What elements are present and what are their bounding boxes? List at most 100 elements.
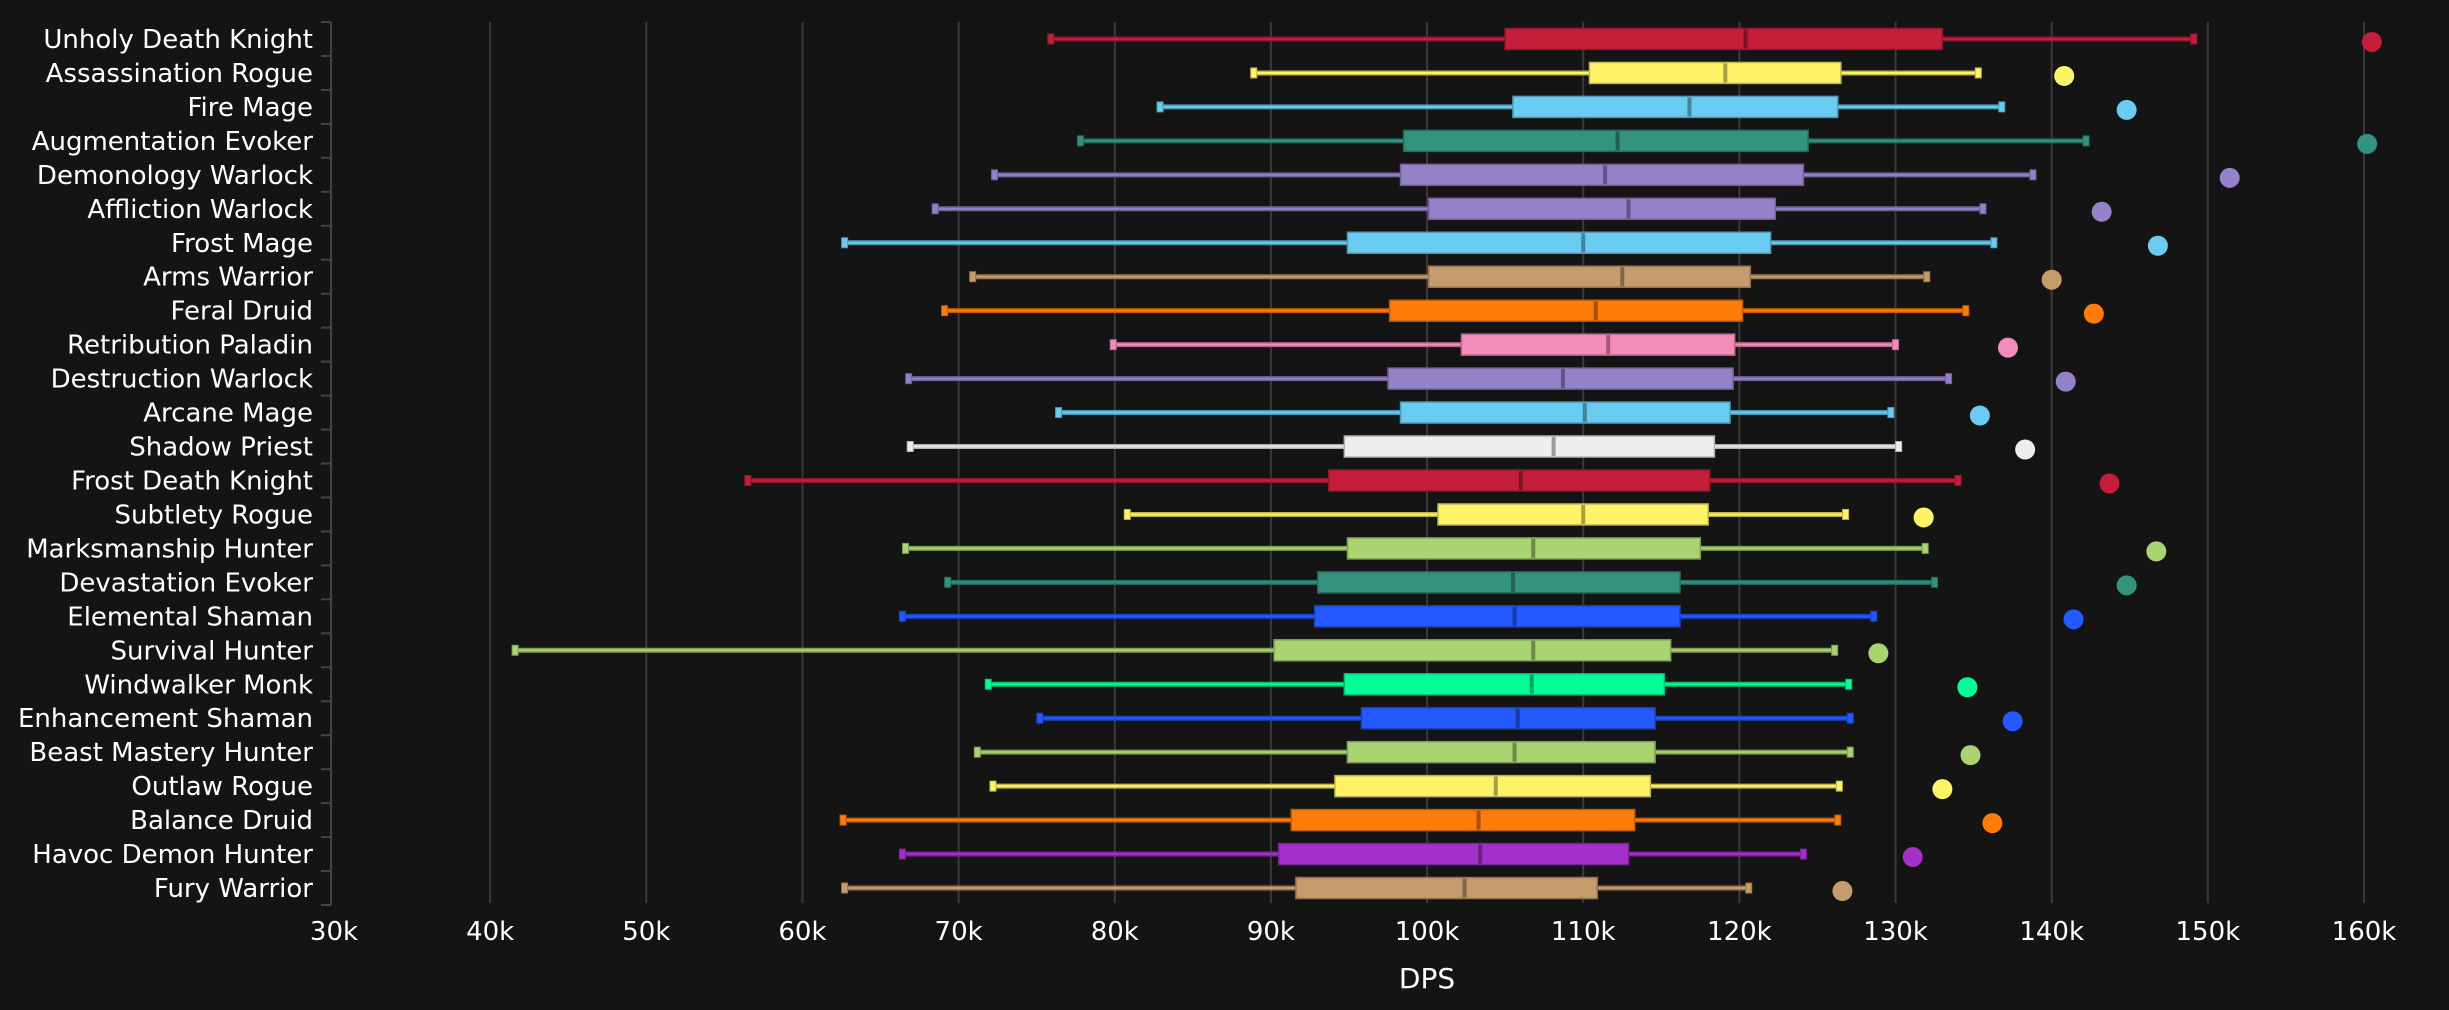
whisker-cap-low	[1250, 67, 1258, 79]
median-line	[1510, 572, 1515, 592]
boxplot-fire-mage	[1156, 95, 2137, 120]
y-tick-label: Beast Mastery Hunter	[29, 738, 313, 768]
iqr-box	[1588, 61, 1842, 85]
y-tick-label: Fury Warrior	[154, 874, 313, 904]
whisker-cap-low	[1055, 407, 1063, 419]
iqr-box	[1437, 503, 1709, 526]
whisker-cap-high	[1979, 203, 1987, 215]
iqr-box	[1313, 605, 1681, 628]
x-axis-title: DPS	[1399, 962, 1455, 995]
y-tick-label: Shadow Priest	[129, 433, 313, 463]
x-tick-label: 80k	[1091, 917, 1139, 947]
y-tick-label: Balance Druid	[130, 806, 313, 836]
whisker-cap-low	[984, 678, 992, 690]
whisker-cap-high	[1998, 101, 2006, 113]
median-line	[1462, 878, 1467, 898]
iqr-box	[1460, 333, 1736, 356]
outlier-point	[2357, 133, 2378, 154]
boxplot-shadow-priest	[906, 435, 2036, 460]
boxplot-feral-druid	[941, 299, 2104, 324]
whisker-cap-high	[1845, 678, 1853, 690]
median-line	[1493, 776, 1498, 796]
whisker-cap-high	[1835, 780, 1843, 792]
whisker-cap-low	[1076, 135, 1084, 147]
iqr-box	[1277, 842, 1630, 866]
whisker-cap-low	[1047, 33, 1055, 45]
x-tick-label: 120k	[1707, 917, 1772, 947]
outlier-point	[2116, 99, 2137, 120]
whisker-cap-low	[1156, 101, 1164, 113]
boxplot-assassination-rogue	[1250, 61, 2075, 86]
y-tick-label: Fire Mage	[187, 93, 313, 123]
y-tick-label: Demonology Warlock	[37, 161, 313, 191]
iqr-box	[1388, 299, 1744, 322]
x-tick-label: 30k	[310, 917, 358, 947]
y-tick-label: Feral Druid	[170, 297, 313, 327]
whisker-cap-low	[841, 882, 849, 894]
outlier-point	[1960, 745, 1981, 766]
x-tick-label: 130k	[1863, 917, 1928, 947]
boxplot-havoc-demon-hunter	[898, 842, 1923, 868]
iqr-box	[1343, 435, 1716, 458]
iqr-box	[1334, 774, 1652, 798]
whisker-cap-high	[1974, 67, 1982, 79]
median-line	[1512, 742, 1517, 762]
y-axis	[321, 21, 332, 906]
median-line	[1606, 335, 1611, 355]
x-tick-label: 100k	[1395, 917, 1460, 947]
outlier-point	[2054, 65, 2075, 86]
whisker-cap-low	[839, 814, 847, 826]
outlier-point	[2063, 609, 2084, 630]
whisker-cap-low	[898, 610, 906, 622]
iqr-box	[1427, 265, 1752, 288]
whisker-cap-high	[1831, 644, 1839, 656]
y-tick-label: Survival Hunter	[111, 636, 314, 666]
y-tick-label: Devastation Evoker	[59, 568, 313, 598]
whisker-cap-low	[1109, 339, 1117, 351]
median-line	[1743, 29, 1748, 49]
whisker-cap-high	[1846, 712, 1854, 724]
whisker-cap-low	[1036, 712, 1044, 724]
median-line	[1515, 708, 1520, 728]
whisker-cap-high	[2029, 169, 2037, 181]
median-line	[1529, 674, 1534, 694]
boxplot-arcane-mage	[1055, 401, 1990, 426]
iqr-box	[1346, 537, 1702, 560]
outlier-point	[2146, 541, 2167, 562]
whisker-cap-low	[898, 848, 906, 860]
median-line	[1551, 437, 1556, 457]
whisker-cap-high	[1954, 474, 1962, 486]
y-tick-label: Unholy Death Knight	[43, 25, 313, 55]
boxplots	[511, 27, 2382, 902]
median-line	[1593, 301, 1598, 321]
whisker-cap-low	[931, 203, 939, 215]
outlier-point	[2361, 31, 2382, 52]
x-tick-label: 90k	[1247, 917, 1295, 947]
x-tick-label: 140k	[2019, 917, 2084, 947]
whisker-cap-high	[1921, 542, 1929, 554]
whisker-cap-high	[1870, 610, 1878, 622]
whisker-cap-low	[1123, 508, 1131, 520]
y-tick-label: Windwalker Monk	[84, 670, 313, 700]
boxplot-frost-death-knight	[744, 469, 2120, 494]
x-tick-label: 50k	[622, 917, 670, 947]
y-tick-label: Subtlety Rogue	[114, 500, 313, 530]
boxplot-beast-mastery-hunter	[973, 740, 1981, 766]
whisker-cap-high	[1895, 441, 1903, 453]
median-line	[1581, 504, 1586, 524]
outlier-point	[2083, 303, 2104, 324]
boxplot-augmentation-evoker	[1076, 129, 2378, 154]
y-tick-label: Marksmanship Hunter	[26, 534, 313, 564]
whisker-cap-low	[941, 305, 949, 317]
x-tick-label: 110k	[1551, 917, 1616, 947]
outlier-point	[1932, 779, 1953, 800]
outlier-point	[2091, 201, 2112, 222]
outlier-point	[2219, 167, 2240, 188]
boxplot-elemental-shaman	[898, 605, 2084, 630]
outlier-point	[1969, 405, 1990, 426]
whisker-cap-low	[906, 441, 914, 453]
boxplot-devastation-evoker	[944, 571, 2137, 596]
median-line	[1687, 97, 1692, 117]
outlier-point	[1913, 507, 1934, 528]
y-tick-label: Frost Death Knight	[71, 466, 313, 496]
